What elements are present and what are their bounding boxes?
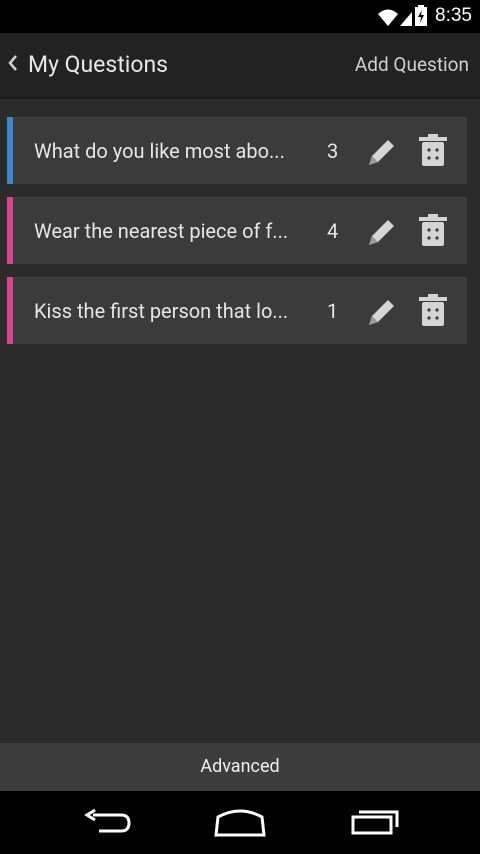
page-title[interactable]: My Questions [28, 51, 168, 78]
question-count: 4 [327, 219, 339, 243]
category-color-bar [7, 117, 13, 184]
home-icon[interactable] [214, 807, 266, 837]
status-bar: 8:35 [0, 0, 480, 33]
add-question-button[interactable]: Add Question [355, 53, 469, 76]
question-row[interactable]: Wear the nearest piece of f... 4 [7, 197, 467, 264]
trash-icon[interactable] [417, 293, 449, 327]
question-row[interactable]: What do you like most abo... 3 [7, 117, 467, 184]
pencil-icon[interactable] [364, 134, 398, 168]
question-text: Wear the nearest piece of f... [34, 219, 289, 243]
action-bar: My Questions Add Question [0, 33, 480, 99]
question-row[interactable]: Kiss the first person that lo... 1 [7, 277, 467, 344]
question-count: 3 [327, 139, 339, 163]
recents-icon[interactable] [349, 807, 401, 837]
system-nav-bar [0, 791, 480, 854]
chevron-left-icon[interactable] [5, 53, 21, 73]
question-text: What do you like most abo... [34, 139, 285, 163]
question-list: What do you like most abo... 3 Wear the … [7, 117, 467, 357]
category-color-bar [7, 197, 13, 264]
back-arrow-icon[interactable] [83, 807, 131, 837]
trash-icon[interactable] [417, 133, 449, 167]
question-text: Kiss the first person that lo... [34, 299, 289, 323]
pencil-icon[interactable] [364, 294, 398, 328]
pencil-icon[interactable] [364, 214, 398, 248]
clock: 8:35 [435, 5, 472, 26]
category-color-bar [7, 277, 13, 344]
trash-icon[interactable] [417, 213, 449, 247]
signal-icon [400, 12, 412, 26]
question-count: 1 [327, 299, 339, 323]
wifi-icon [378, 9, 398, 26]
battery-icon [415, 5, 427, 26]
advanced-button[interactable]: Advanced [0, 743, 480, 791]
